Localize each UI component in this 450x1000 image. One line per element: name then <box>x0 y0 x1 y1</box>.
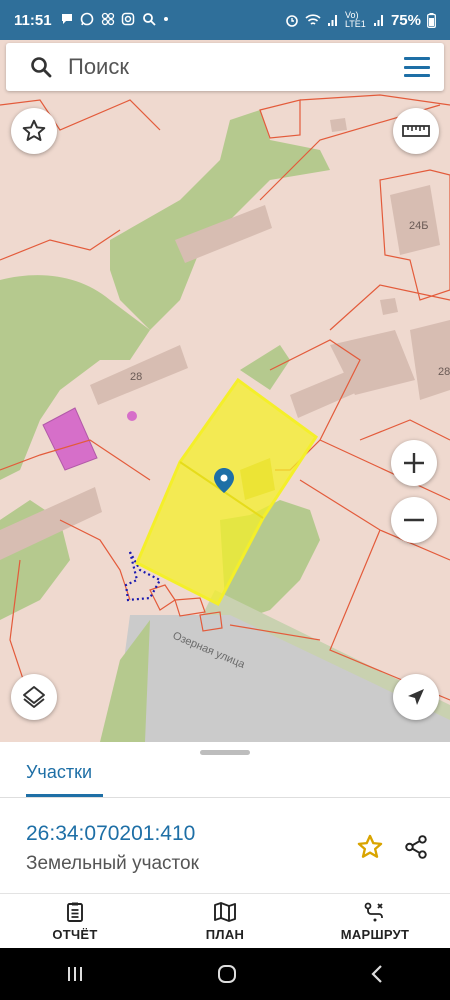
search-icon[interactable] <box>30 56 52 78</box>
nav-plan-label: ПЛАН <box>205 926 245 942</box>
route-icon <box>364 902 383 921</box>
label-28: 28 <box>130 371 142 383</box>
map-view[interactable]: 24Б 28 28 Озерная улица <box>0 40 450 742</box>
star-outline-icon <box>22 119 46 141</box>
nav-route-label: МАРШРУТ <box>340 926 410 942</box>
add-favorite-button[interactable] <box>356 833 384 866</box>
sheet-grabber[interactable] <box>200 750 250 755</box>
nav-report[interactable]: ОТЧЁТ <box>0 894 150 948</box>
share-button[interactable] <box>403 834 429 865</box>
menu-icon[interactable] <box>404 57 430 77</box>
tab-parcels[interactable]: Участки <box>26 762 92 783</box>
map-canvas[interactable]: 24Б 28 28 Озерная улица <box>0 40 450 742</box>
whatsapp-icon <box>80 12 94 25</box>
alarm-icon <box>286 15 298 27</box>
nav-route[interactable]: МАРШРУТ <box>300 894 450 948</box>
share-icon <box>405 835 427 859</box>
home-icon[interactable] <box>216 963 238 985</box>
pinwheel-icon <box>101 12 114 25</box>
parcel-type: Земельный участок <box>26 853 199 874</box>
layers-button[interactable] <box>11 674 57 720</box>
status-right: Vo) LTE1 75% <box>285 11 436 29</box>
bottom-nav: ОТЧЁТ ПЛАН МАРШРУТ <box>0 893 450 948</box>
search-bar[interactable]: Поиск <box>6 43 444 91</box>
minus-icon <box>404 518 424 522</box>
zoom-out-button[interactable] <box>391 497 437 543</box>
layers-icon <box>23 686 45 708</box>
label-28-right: 28 <box>438 366 450 378</box>
ruler-button[interactable] <box>393 108 439 154</box>
navigation-arrow-icon <box>408 689 424 705</box>
battery-percent: 75% <box>390 11 421 29</box>
status-time: 11:51 <box>14 11 52 29</box>
status-bar: 11:51 Vo) LTE1 75% <box>0 0 450 40</box>
label-24b: 24Б <box>409 220 428 232</box>
signal-icon <box>373 15 383 26</box>
system-nav-bar <box>0 948 450 1000</box>
star-icon <box>357 834 383 858</box>
poi-marker <box>127 411 137 421</box>
chat-icon <box>61 13 72 24</box>
plus-icon <box>404 453 424 473</box>
back-icon[interactable] <box>369 964 385 984</box>
map-icon <box>214 901 236 922</box>
wifi-icon <box>305 14 321 25</box>
divider <box>0 797 450 798</box>
nav-report-label: ОТЧЁТ <box>52 926 98 942</box>
signal-icon <box>327 15 337 26</box>
recent-apps-icon[interactable] <box>65 965 85 983</box>
parcel-number-link[interactable]: 26:34:070201:410 <box>26 822 195 846</box>
clipboard-icon <box>67 902 83 922</box>
search-input[interactable]: Поиск <box>68 54 404 80</box>
ruler-icon <box>402 125 430 137</box>
instagram-icon <box>122 12 135 25</box>
nav-plan[interactable]: ПЛАН <box>150 894 300 948</box>
battery-icon <box>427 12 436 28</box>
search-icon <box>143 12 156 26</box>
network-label: Vo) LTE1 <box>344 10 366 29</box>
notification-icons <box>60 12 169 29</box>
my-location-button[interactable] <box>393 674 439 720</box>
favorites-button[interactable] <box>11 108 57 154</box>
zoom-in-button[interactable] <box>391 440 437 486</box>
dot-icon <box>163 16 168 21</box>
